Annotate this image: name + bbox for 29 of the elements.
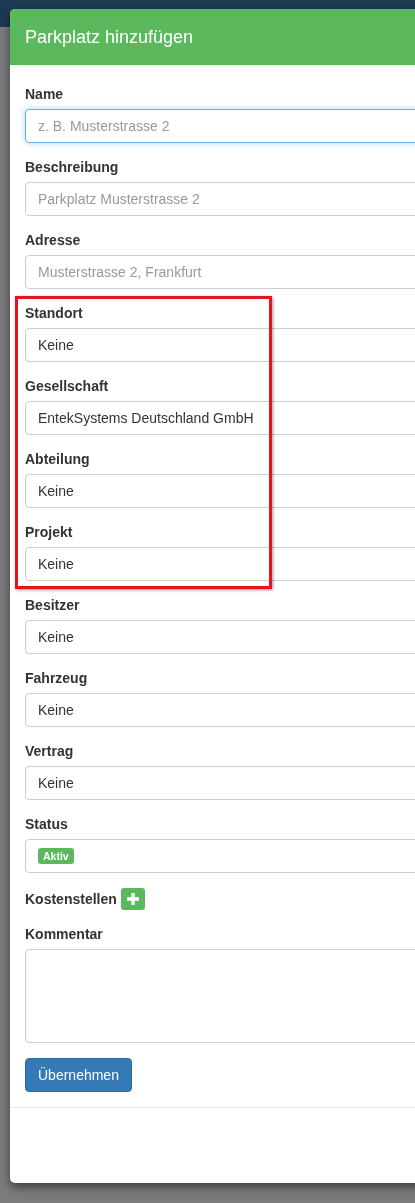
field-label: Status <box>25 815 68 833</box>
field-label: Vertrag <box>25 742 74 760</box>
select-field[interactable]: Keine <box>25 620 415 654</box>
text-field[interactable]: Parkplatz Musterstrasse 2 <box>25 182 415 216</box>
field-label: Kommentar <box>25 925 103 943</box>
select-field[interactable]: Keine <box>25 766 415 800</box>
select-field[interactable]: Keine <box>25 693 415 727</box>
field-label: Name <box>25 85 64 103</box>
field-label: Fahrzeug <box>25 669 88 687</box>
select-field[interactable]: EntekSystems Deutschland GmbH <box>25 401 415 435</box>
text-field[interactable]: Musterstrasse 2, Frankfurt <box>25 255 415 289</box>
modal-title: Parkplatz hinzufügen <box>25 26 194 48</box>
submit-button[interactable]: Übernehmen <box>25 1058 132 1092</box>
plus-icon <box>126 893 139 905</box>
add-button[interactable] <box>120 888 145 910</box>
field-label: Gesellschaft <box>25 377 109 395</box>
field-label: Adresse <box>25 231 81 249</box>
field-label: Kostenstellen <box>25 891 117 907</box>
field-label: Abteilung <box>25 450 90 468</box>
select-field[interactable]: Keine <box>25 547 415 581</box>
select-field[interactable]: Keine <box>25 474 415 508</box>
field-label: Projekt <box>25 523 73 541</box>
status-badge: Aktiv <box>38 848 74 864</box>
select-field[interactable]: Keine <box>25 328 415 362</box>
field-label: Beschreibung <box>25 158 119 176</box>
field-label: Standort <box>25 304 83 322</box>
text-field[interactable]: z. B. Musterstrasse 2 <box>25 109 415 143</box>
field-label: Besitzer <box>25 596 80 614</box>
comment-field[interactable] <box>25 949 415 1043</box>
